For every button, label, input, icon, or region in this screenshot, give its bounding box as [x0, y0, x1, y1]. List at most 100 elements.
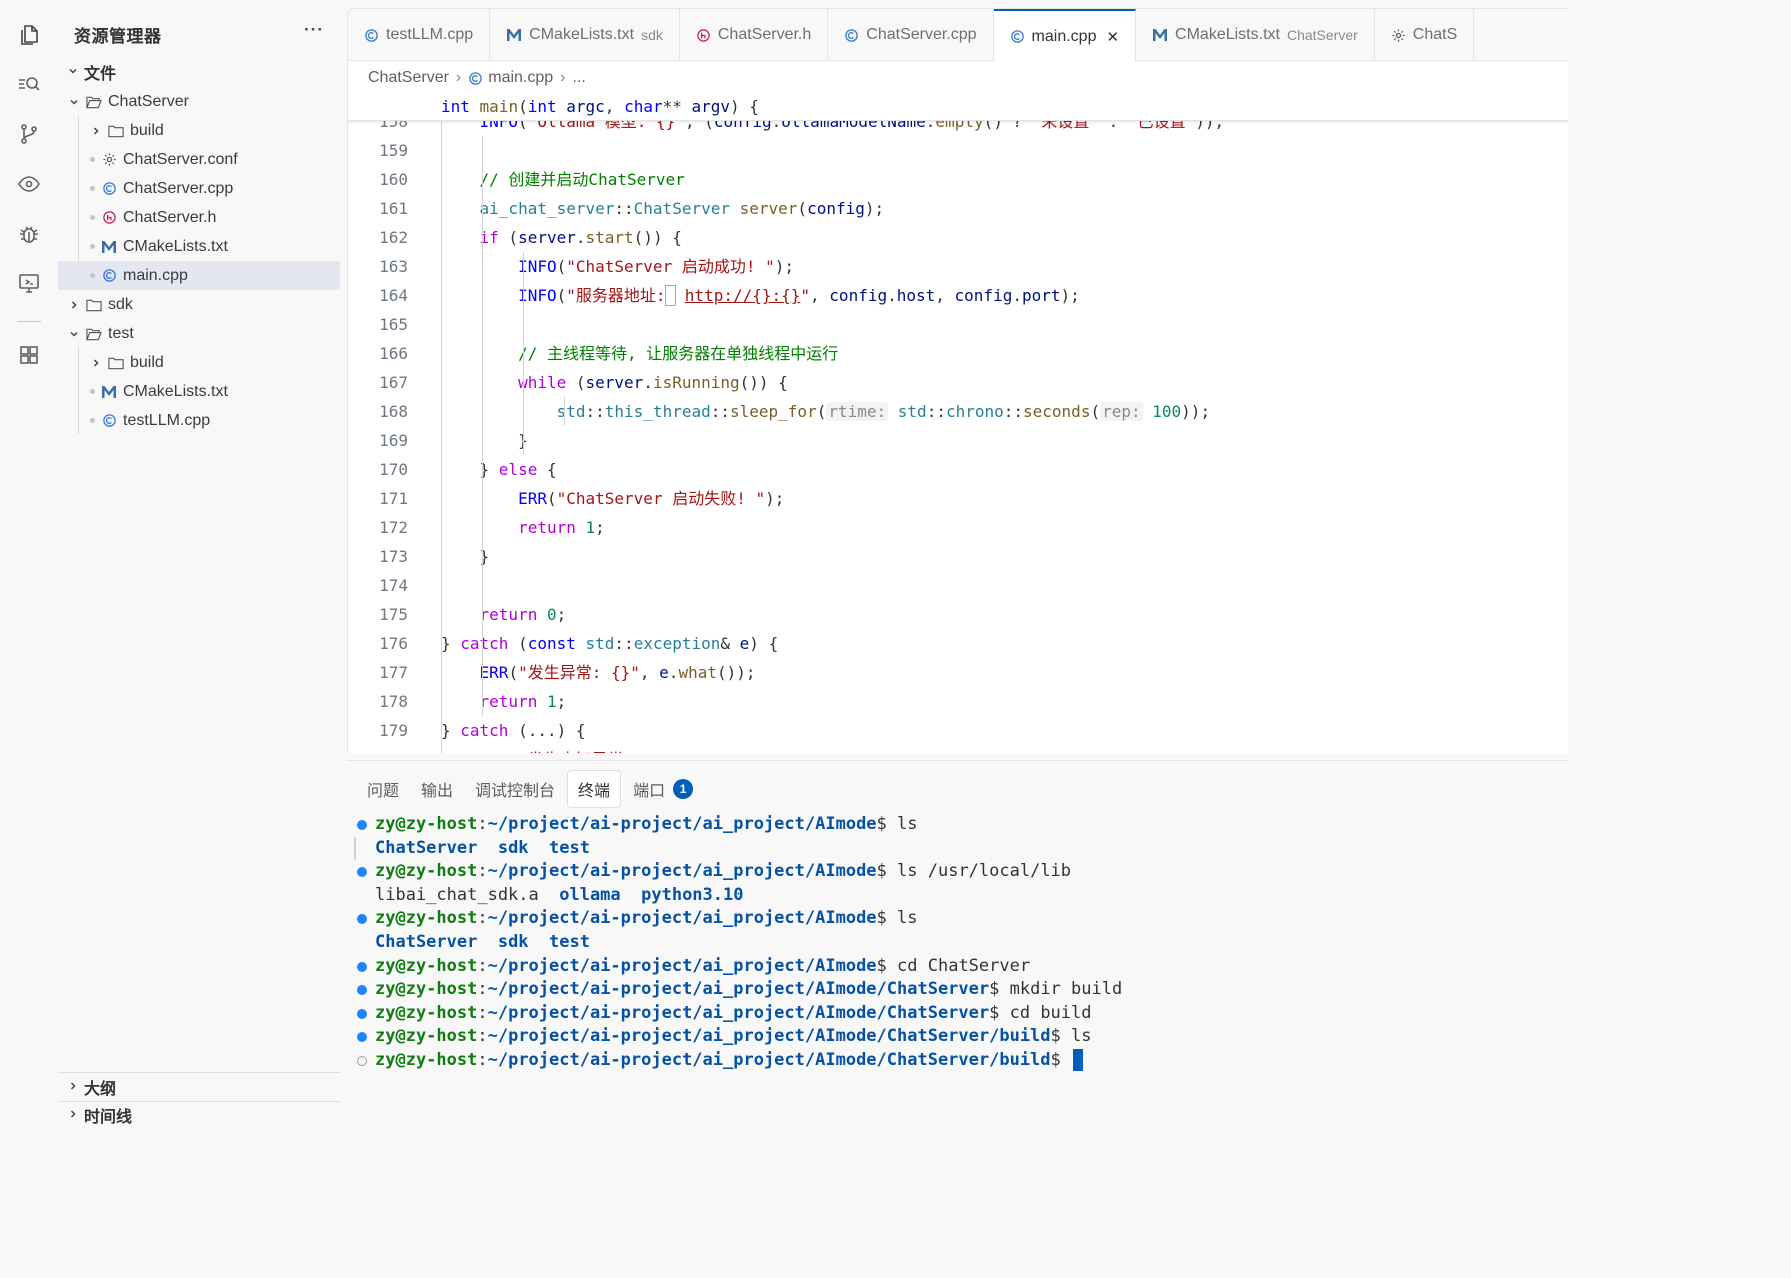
- tree-item[interactable]: CMakeLists.txt: [58, 377, 340, 406]
- terminal-line: zy@zy-host:~/project/ai-project/ai_proje…: [347, 955, 1568, 979]
- cpp-file-icon: [468, 71, 483, 86]
- tree-item[interactable]: ChatServer.cpp: [58, 174, 340, 203]
- source-control-icon[interactable]: [15, 120, 43, 148]
- prompt-separator: :: [477, 1049, 488, 1070]
- close-icon[interactable]: ✕: [1106, 28, 1119, 46]
- command-status-icon[interactable]: [357, 820, 367, 830]
- explorer-icon[interactable]: [15, 21, 43, 49]
- tree-item[interactable]: ChatServer.conf: [58, 145, 340, 174]
- editor-tab[interactable]: testLLM.cpp: [348, 9, 491, 61]
- chevron-right-icon: [90, 125, 102, 137]
- breadcrumb-folder[interactable]: ChatServer: [368, 69, 449, 87]
- command-status-icon[interactable]: [357, 867, 367, 878]
- folder-icon: [108, 355, 124, 371]
- panel-tab-label: 端口: [633, 783, 666, 800]
- search-icon[interactable]: [15, 70, 43, 98]
- code-text: } catch (const std::exception& e) {: [441, 634, 779, 653]
- tree-item[interactable]: testLLM.cpp: [58, 406, 340, 435]
- section-timeline-label: 时间线: [84, 1109, 133, 1126]
- terminal-output-entry: sdk: [497, 837, 550, 858]
- cpp-file-icon: [101, 268, 117, 284]
- tree-item[interactable]: build: [58, 348, 340, 377]
- prompt-user: zy@zy-host: [375, 1026, 478, 1047]
- editor-tab[interactable]: ChatServer.cpp: [828, 9, 994, 61]
- cpp-file-icon: [364, 28, 379, 43]
- tree-item[interactable]: main.cpp: [58, 261, 340, 290]
- panel-tab[interactable]: 终端: [567, 770, 622, 808]
- command-status-icon[interactable]: [357, 1032, 367, 1043]
- section-files-label: 文件: [84, 66, 117, 83]
- panel-tab[interactable]: 输出: [411, 771, 463, 807]
- line-number: 170: [379, 460, 408, 479]
- editor-tab[interactable]: CMakeLists.txt ChatServer: [1136, 9, 1375, 61]
- tree-item[interactable]: ChatServer: [58, 87, 340, 116]
- prompt-symbol: $: [876, 814, 887, 834]
- tree-item-label: main.cpp: [123, 266, 188, 284]
- tree-item[interactable]: CMakeLists.txt: [58, 232, 340, 261]
- section-outline[interactable]: 大纲: [58, 1073, 340, 1101]
- line-number: 168: [379, 402, 408, 421]
- code-editor[interactable]: 158 INFO("Ollama 模型: {}", (config.ollama…: [348, 121, 1568, 753]
- tree-item-label: build: [130, 121, 164, 139]
- code-text: INFO("服务器地址: http://{}:{}", config.host,…: [518, 285, 1080, 306]
- terminal-output-entry: ollama: [559, 884, 642, 905]
- editor-tab[interactable]: ChatS: [1375, 9, 1475, 61]
- chevron-right-icon: ›: [560, 69, 566, 86]
- section-files[interactable]: 文件: [58, 58, 340, 86]
- editor-tabs: testLLM.cpp CMakeLists.txt sdk ChatServer.h…: [348, 9, 1568, 62]
- tree-item[interactable]: sdk: [58, 290, 340, 319]
- status-dot: [90, 186, 95, 191]
- ports-count-badge: 1: [673, 779, 694, 799]
- command-status-icon[interactable]: [357, 1008, 367, 1019]
- terminal-output-entry: ChatServer: [375, 837, 498, 858]
- preview-icon[interactable]: [15, 170, 43, 198]
- prompt-path: ~/project/ai-project/ai_project/AImode/C…: [487, 1049, 1051, 1070]
- terminal-line: zy@zy-host:~/project/ai-project/ai_proje…: [347, 907, 1568, 931]
- command-status-icon[interactable]: [357, 961, 367, 972]
- terminal-cursor: [1073, 1048, 1084, 1071]
- panel-tab[interactable]: 调试控制台: [465, 771, 565, 807]
- prompt-separator: :: [477, 814, 488, 834]
- prompt-path: ~/project/ai-project/ai_project/AImode/C…: [487, 1026, 1051, 1047]
- terminal-command: [1061, 1050, 1071, 1070]
- tree-item[interactable]: ChatServer.h: [58, 203, 340, 232]
- code-text: INFO("ChatServer 启动成功! ");: [518, 257, 794, 276]
- sticky-scroll-header[interactable]: int main(int argc, char** argv) {: [348, 93, 1568, 121]
- tree-item[interactable]: build: [58, 116, 340, 145]
- panel-tab[interactable]: 问题: [357, 771, 409, 807]
- prompt-user: zy@zy-host: [375, 1049, 478, 1070]
- command-status-icon[interactable]: [357, 914, 367, 925]
- editor-tab[interactable]: ChatServer.h: [680, 9, 829, 61]
- prompt-user: zy@zy-host: [375, 814, 478, 834]
- tab-label: main.cpp: [1031, 27, 1097, 45]
- editor-tab[interactable]: main.cpp ✕: [993, 9, 1137, 62]
- code-text: ERR("发生未知异常");: [441, 745, 653, 753]
- panel-tab-label: 终端: [578, 783, 611, 800]
- section-timeline[interactable]: 时间线: [58, 1101, 340, 1129]
- breadcrumb-file[interactable]: main.cpp: [488, 69, 553, 87]
- editor-group: testLLM.cpp CMakeLists.txt sdk ChatServer.h…: [347, 8, 1568, 753]
- extensions-icon[interactable]: [15, 341, 43, 369]
- command-status-icon[interactable]: [357, 1055, 367, 1066]
- command-status-icon[interactable]: [357, 985, 367, 996]
- remote-explorer-icon[interactable]: [15, 269, 43, 297]
- code-text: return 0;: [479, 605, 567, 624]
- editor-tab[interactable]: CMakeLists.txt sdk: [490, 9, 680, 61]
- terminal-output-entry: test: [549, 837, 590, 858]
- terminal-command: ls: [1060, 1026, 1092, 1047]
- folder-open-icon: [86, 94, 102, 110]
- chevron-down-icon: [68, 96, 80, 108]
- tree-item[interactable]: test: [58, 319, 340, 348]
- prompt-separator: :: [477, 1002, 488, 1023]
- terminal-command: cd build: [999, 1002, 1092, 1023]
- line-number: 166: [379, 344, 408, 363]
- panel-tab[interactable]: 端口 1: [623, 771, 703, 807]
- breadcrumb-more[interactable]: ...: [573, 69, 586, 87]
- more-actions-button[interactable]: ···: [304, 20, 324, 40]
- prompt-symbol: $: [876, 861, 887, 882]
- prompt-user: zy@zy-host: [375, 861, 478, 882]
- line-number: 161: [379, 199, 408, 218]
- debug-icon[interactable]: [15, 220, 43, 248]
- terminal[interactable]: zy@zy-host:~/project/ai-project/ai_proje…: [347, 813, 1568, 1073]
- cmake-file-icon: [506, 28, 522, 42]
